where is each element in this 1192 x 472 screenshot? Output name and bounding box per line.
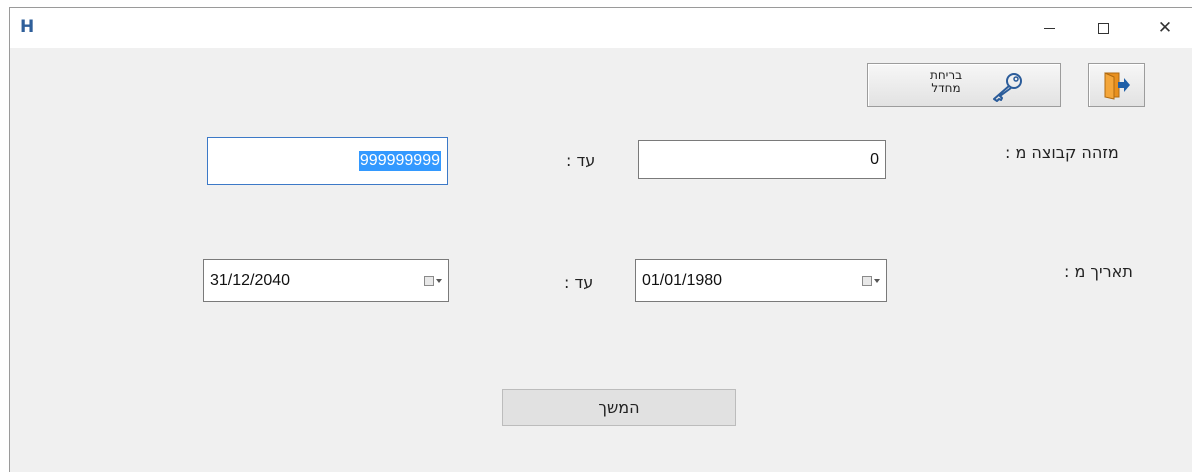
minimize-button[interactable] [1026, 8, 1072, 48]
close-icon: ✕ [1157, 17, 1173, 38]
date-label: תאריך מ : [1064, 262, 1133, 281]
date-to-dropdown[interactable] [424, 275, 442, 286]
group-id-to-label: עד : [566, 151, 596, 170]
chevron-down-icon [436, 278, 442, 283]
date-from-dropdown[interactable] [862, 275, 880, 286]
date-to-value: 31/12/2040 [210, 271, 291, 289]
group-id-from-value: 0 [870, 150, 879, 168]
group-id-to-input[interactable]: 999999999 [207, 137, 448, 185]
continue-button[interactable]: המשך [502, 389, 736, 426]
chevron-down-icon [874, 278, 880, 283]
date-from-value: 01/01/1980 [642, 271, 723, 289]
group-id-from-input[interactable]: 0 [638, 140, 886, 179]
change-password-label: בריחת מחדל [929, 68, 963, 95]
calendar-icon [424, 275, 434, 286]
maximize-icon [1097, 22, 1109, 34]
close-button[interactable]: ✕ [1142, 8, 1188, 48]
key-icon [993, 73, 1022, 102]
minimize-icon [1043, 27, 1055, 29]
date-to-picker[interactable]: 31/12/2040 [203, 259, 449, 302]
group-id-to-value: 999999999 [358, 151, 441, 171]
group-id-label: מזהה קבוצה מ : [1005, 143, 1119, 162]
app-logo-icon: H [20, 17, 35, 37]
calendar-icon [862, 275, 872, 286]
title-bar: H ✕ [10, 8, 1192, 48]
change-password-button[interactable]: בריחת מחדל [867, 63, 1061, 107]
maximize-button[interactable] [1080, 8, 1126, 48]
date-from-picker[interactable]: 01/01/1980 [635, 259, 887, 302]
exit-button[interactable] [1088, 63, 1145, 107]
exit-door-icon [1104, 72, 1130, 100]
app-window: H ✕ בריחת מחדל מזהה קבוצה מ : 0 עד : 999… [9, 7, 1192, 472]
date-to-label: עד : [564, 273, 594, 292]
